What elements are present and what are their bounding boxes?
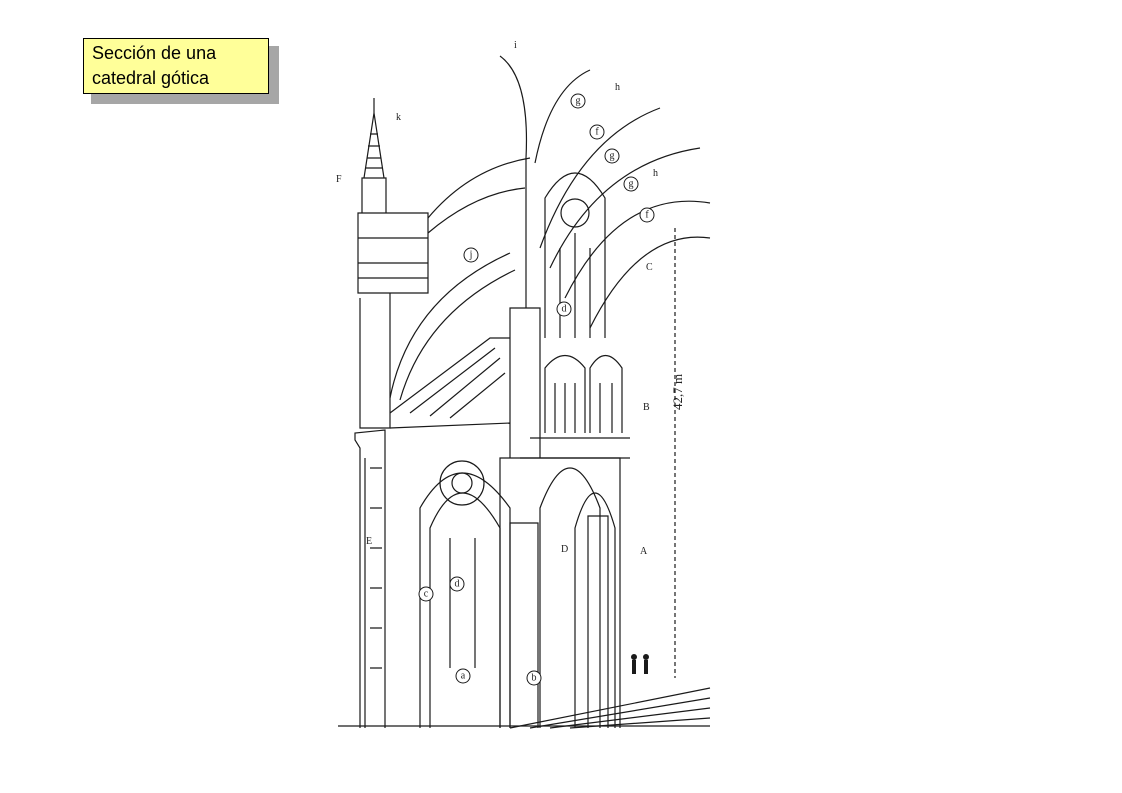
clerestory-window: [544, 172, 606, 338]
label-A: A: [640, 546, 648, 557]
gothic-cathedral-section-drawing: F k i h h C B A D E g f g g f j d d c a …: [336, 40, 711, 729]
label-k: k: [396, 112, 401, 123]
aisle-window: [419, 460, 511, 728]
title-line-1: Sección de una: [92, 43, 217, 63]
label-c: c: [424, 589, 429, 600]
label-g2: g: [610, 151, 615, 162]
height-annotation: 42,7 m: [670, 374, 685, 410]
nave-wall: [499, 158, 630, 728]
label-g3: g: [629, 179, 634, 190]
label-B: B: [643, 402, 650, 413]
label-j: j: [469, 250, 473, 261]
title-note: Sección de una catedral gótica: [83, 38, 279, 104]
label-F: F: [336, 174, 342, 185]
title-line-2: catedral gótica: [92, 68, 210, 88]
triforium: [544, 354, 623, 433]
buttress-tower: [354, 98, 429, 728]
label-d2: d: [455, 579, 460, 590]
label-d1: d: [562, 304, 567, 315]
title-note-body: Sección de una catedral gótica: [83, 38, 269, 94]
flying-buttresses: [389, 157, 531, 401]
scale-figures: [631, 654, 649, 674]
label-i: i: [514, 40, 517, 51]
label-b: b: [532, 673, 537, 684]
label-D: D: [561, 544, 568, 555]
label-h1: h: [615, 82, 620, 93]
label-C: C: [646, 262, 653, 273]
nave-arcade: [509, 467, 616, 728]
label-E: E: [366, 536, 372, 547]
aisle-roof: [389, 337, 511, 429]
label-g1: g: [576, 96, 581, 107]
label-h2: h: [653, 168, 658, 179]
label-a: a: [461, 671, 466, 682]
